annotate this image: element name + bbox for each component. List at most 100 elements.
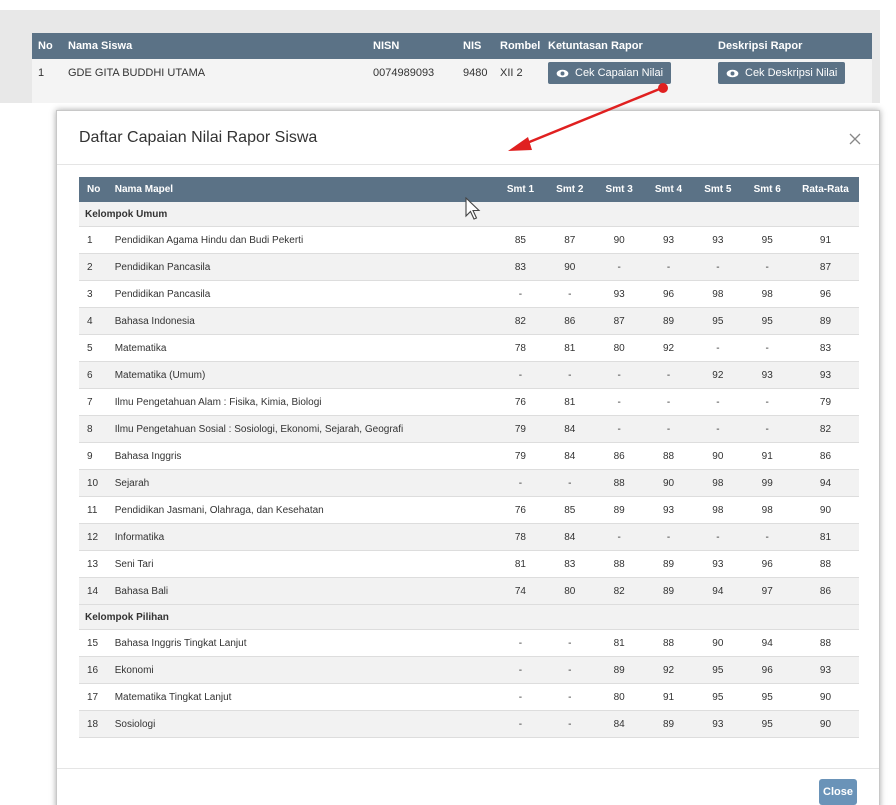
row-smt2: 84	[564, 450, 576, 462]
row-smt1: 78	[514, 342, 526, 354]
row-smt2: 84	[564, 423, 576, 435]
row-smt6: -	[765, 342, 769, 354]
row-no: 9	[87, 450, 93, 462]
row-smt5: -	[716, 423, 720, 435]
modal-body: No Nama Mapel Smt 1 Smt 2 Smt 3 Smt 4 Sm…	[57, 165, 879, 738]
row-rata: 90	[819, 691, 832, 703]
row-mapel: Sosiologi	[114, 718, 156, 730]
row-smt6: 94	[761, 637, 773, 649]
row-rata: 96	[819, 288, 832, 300]
row-smt1: 78	[514, 531, 526, 543]
row-mapel: Ilmu Pengetahuan Sosial : Sosiologi, Eko…	[114, 423, 404, 435]
row-smt2: 83	[564, 558, 576, 570]
row-smt6: 97	[761, 585, 773, 597]
row-no: 1	[87, 234, 93, 246]
row-smt3: 86	[613, 450, 625, 462]
row-smt3: -	[617, 261, 621, 273]
row-smt1: -	[518, 369, 523, 381]
row-smt5: 95	[712, 664, 724, 676]
row-rata: 88	[819, 558, 832, 570]
row-smt1: -	[518, 637, 523, 649]
row-smt2: -	[568, 477, 572, 489]
table-row: 15 Bahasa Inggris Tingkat Lanjut - - 81 88 90 9…	[79, 630, 859, 657]
table-row: 3 Pendidikan Pancasila - - 93 96 98 98 96	[79, 281, 859, 308]
row-mapel: Bahasa Inggris	[114, 450, 182, 462]
close-icon[interactable]	[849, 133, 861, 145]
table-row: 14 Bahasa Bali 74 80 82 89 94 97 86	[79, 578, 859, 605]
table-row: 2 Pendidikan Pancasila 83 90 - - - - 87	[79, 254, 859, 281]
eye-icon	[726, 69, 739, 77]
row-smt5: 98	[712, 288, 724, 300]
row-rata: 83	[819, 342, 832, 354]
col-header-nisn: NISN	[373, 40, 400, 52]
row-smt3: 84	[613, 718, 625, 730]
row-smt6: 95	[761, 718, 773, 730]
row-smt2: -	[568, 718, 572, 730]
row-smt4: 90	[662, 477, 675, 489]
col-header-mapel: Nama Mapel	[114, 184, 174, 195]
row-no: 14	[87, 585, 99, 597]
row-smt5: 94	[712, 585, 724, 597]
row-smt4: -	[666, 531, 671, 543]
row-mapel: Ekonomi	[114, 664, 154, 676]
row-mapel: Pendidikan Jasmani, Olahraga, dan Keseha…	[114, 504, 324, 516]
row-smt5: 90	[712, 637, 724, 649]
row-smt6: 98	[761, 288, 773, 300]
row-mapel: Bahasa Indonesia	[114, 315, 195, 327]
row-smt6: 95	[761, 691, 773, 703]
row-smt3: 82	[613, 585, 625, 597]
modal-footer	[57, 768, 879, 769]
table-row: 13 Seni Tari 81 83 88 89 93 96 88	[79, 551, 859, 578]
row-smt5: 98	[712, 477, 724, 489]
student-row: 1 GDE GITA BUDDHI UTAMA 0074989093 9480 …	[32, 59, 872, 87]
row-smt2: 81	[564, 396, 576, 408]
row-no: 3	[87, 288, 93, 300]
row-smt3: 80	[613, 691, 625, 703]
row-smt4: 93	[662, 234, 675, 246]
row-smt4: 89	[662, 585, 675, 597]
row-smt5: 95	[712, 315, 724, 327]
row-rata: 86	[819, 585, 832, 597]
row-smt4: -	[666, 369, 671, 381]
row-smt3: 80	[613, 342, 625, 354]
row-no: 6	[87, 369, 93, 381]
row-smt3: -	[617, 396, 621, 408]
student-name: GDE GITA BUDDHI UTAMA	[68, 67, 206, 79]
row-smt4: -	[666, 423, 671, 435]
row-smt4: 88	[662, 450, 675, 462]
rows-pilihan: 15 Bahasa Inggris Tingkat Lanjut - - 81 88 90 9…	[79, 630, 859, 738]
row-mapel: Matematika (Umum)	[114, 369, 206, 381]
row-smt4: 92	[662, 664, 675, 676]
cek-deskripsi-button[interactable]: Cek Deskripsi Nilai	[718, 62, 846, 84]
table-row: 12 Informatika 78 84 - - - - 81	[79, 524, 859, 551]
row-smt3: 88	[613, 477, 625, 489]
row-smt6: -	[765, 531, 769, 543]
row-smt3: 90	[613, 234, 625, 246]
row-smt6: 96	[761, 558, 773, 570]
row-smt5: 90	[712, 450, 724, 462]
row-no: 8	[87, 423, 93, 435]
row-no: 12	[87, 531, 99, 543]
close-button[interactable]: Close	[819, 779, 857, 805]
row-mapel: Seni Tari	[114, 558, 154, 570]
row-no: 10	[87, 477, 99, 489]
cek-capaian-button[interactable]: Cek Capaian Nilai	[548, 62, 672, 84]
row-no: 15	[87, 637, 99, 649]
row-smt2: 85	[564, 504, 576, 516]
col-header-smt3: Smt 3	[605, 184, 633, 195]
row-smt6: -	[765, 396, 769, 408]
eye-icon	[556, 69, 569, 77]
col-header-no: No	[87, 184, 101, 195]
cek-deskripsi-label: Cek Deskripsi Nilai	[745, 67, 838, 79]
table-row: 16 Ekonomi - - 89 92 95 96 93	[79, 657, 859, 684]
row-smt4: 89	[662, 558, 675, 570]
row-no: 18	[87, 718, 99, 730]
row-smt5: -	[716, 396, 720, 408]
row-smt6: 91	[761, 450, 773, 462]
row-smt4: 89	[662, 718, 675, 730]
row-rata: 86	[819, 450, 832, 462]
row-smt2: 81	[564, 342, 576, 354]
row-smt4: 93	[662, 504, 675, 516]
col-header-rata: Rata-Rata	[802, 184, 849, 195]
row-smt4: 88	[662, 637, 675, 649]
